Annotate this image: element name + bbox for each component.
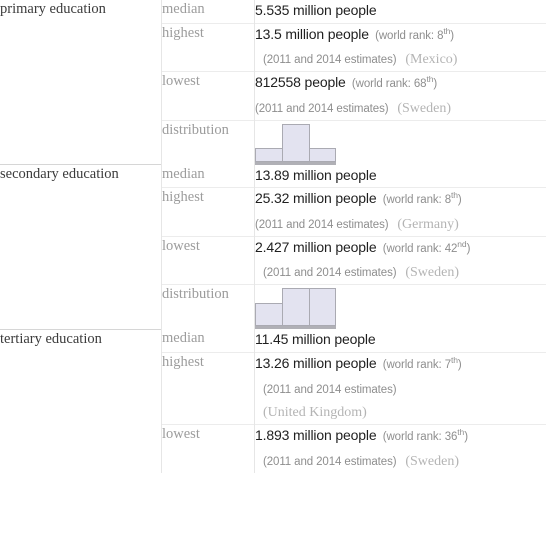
table-body: primary education median 5.535 million p… bbox=[0, 0, 546, 473]
value-cell-median: 11.45 million people bbox=[255, 329, 546, 352]
rank-ordinal-suffix: th bbox=[451, 190, 458, 201]
histogram-bar bbox=[282, 288, 310, 327]
estimate-note: (2011 and 2014 estimates) bbox=[263, 54, 397, 67]
metric-label-highest: highest bbox=[161, 187, 255, 237]
value-text: 13.89 million people bbox=[255, 166, 377, 183]
metric-label-lowest: lowest bbox=[161, 235, 255, 285]
value-cell-distribution bbox=[254, 119, 546, 165]
value-cell-highest: 13.5 million people (world rank: 8th) (2… bbox=[254, 22, 546, 72]
value-cell-lowest: 2.427 million people (world rank: 42nd) … bbox=[254, 235, 546, 285]
rank-ordinal-suffix: nd bbox=[457, 238, 467, 249]
metric-label-median: median bbox=[161, 329, 255, 353]
country-name: (United Kingdom) bbox=[263, 405, 367, 421]
value-text: 11.45 million people bbox=[255, 331, 376, 348]
value-text: 1.893 million people bbox=[255, 427, 377, 444]
histogram-bar bbox=[282, 123, 310, 162]
estimate-note: (2011 and 2014 estimates) bbox=[263, 267, 397, 280]
value-second-line: (2011 and 2014 estimates) (Mexico) bbox=[255, 48, 546, 71]
table-row: tertiary education median 11.45 million … bbox=[0, 328, 546, 473]
value-text: 5.535 million people bbox=[255, 2, 377, 18]
value-cell-highest: 25.32 million people (world rank: 8th) (… bbox=[254, 187, 546, 237]
value-text: 25.32 million people bbox=[255, 190, 377, 207]
histogram-bar bbox=[309, 288, 336, 327]
group-label-tertiary: tertiary education bbox=[0, 328, 162, 473]
group-label-primary: primary education bbox=[0, 0, 162, 165]
country-name: (Germany) bbox=[397, 217, 459, 233]
education-statistics-table: primary education median 5.535 million p… bbox=[0, 0, 546, 473]
world-rank: (world rank: 42nd) bbox=[382, 238, 471, 255]
metric-label-lowest: lowest bbox=[161, 424, 255, 473]
estimate-note: (2011 and 2014 estimates) bbox=[255, 219, 389, 232]
metric-label-median: median bbox=[161, 164, 255, 188]
metric-label-lowest: lowest bbox=[161, 71, 255, 121]
world-rank: (world rank: 7th) bbox=[382, 355, 462, 371]
estimate-note: (2011 and 2014 estimates) bbox=[255, 102, 389, 115]
value-second-line: (2011 and 2014 estimates) bbox=[255, 378, 546, 401]
value-cell-lowest: 812558 people (world rank: 68th) (2011 a… bbox=[254, 71, 546, 121]
world-rank: (world rank: 8th) bbox=[375, 25, 454, 42]
metric-label-median: median bbox=[161, 0, 255, 24]
histogram-bar bbox=[309, 147, 336, 162]
value-second-line: (2011 and 2014 estimates) (Sweden) bbox=[255, 261, 546, 284]
histogram-bar bbox=[255, 303, 283, 327]
histogram-baseline bbox=[255, 161, 336, 165]
value-cell-highest: 13.26 million people (world rank: 7th) (… bbox=[254, 351, 546, 425]
value-cell-distribution bbox=[254, 284, 546, 330]
estimate-note: (2011 and 2014 estimates) bbox=[263, 455, 397, 468]
country-name: (Sweden) bbox=[405, 453, 460, 469]
value-second-line: (2011 and 2014 estimates) (Germany) bbox=[255, 213, 546, 236]
histogram-baseline bbox=[255, 326, 336, 330]
metric-label-distribution: distribution bbox=[161, 284, 255, 330]
value-cell-lowest: 1.893 million people (world rank: 36th) … bbox=[254, 424, 546, 473]
value-cell-median: 13.89 million people bbox=[255, 165, 546, 188]
group-label-secondary: secondary education bbox=[0, 164, 162, 330]
distribution-histogram bbox=[255, 121, 336, 165]
distribution-histogram bbox=[255, 285, 336, 330]
histogram-bar bbox=[255, 147, 283, 162]
table-row: secondary education median 13.89 million… bbox=[0, 164, 546, 330]
estimate-note: (2011 and 2014 estimates) bbox=[263, 383, 397, 396]
metric-label-highest: highest bbox=[161, 351, 255, 425]
world-rank: (world rank: 8th) bbox=[382, 190, 462, 207]
value-second-line: (2011 and 2014 estimates) (Sweden) bbox=[255, 97, 546, 120]
world-rank: (world rank: 36th) bbox=[382, 427, 468, 444]
country-name: (Sweden) bbox=[397, 100, 452, 116]
metric-label-distribution: distribution bbox=[161, 119, 255, 165]
value-third-line: (United Kingdom) bbox=[255, 401, 546, 424]
value-text: 812558 people bbox=[255, 74, 346, 91]
world-rank: (world rank: 68th) bbox=[351, 74, 438, 91]
value-second-line: (2011 and 2014 estimates) (Sweden) bbox=[255, 450, 546, 473]
value-text: 13.5 million people bbox=[255, 25, 369, 42]
country-name: (Mexico) bbox=[405, 52, 458, 68]
value-text: 2.427 million people bbox=[255, 238, 377, 255]
rank-ordinal-suffix: th bbox=[451, 355, 458, 366]
value-text: 13.26 million people bbox=[255, 354, 377, 371]
country-name: (Sweden) bbox=[405, 265, 460, 281]
table-row: primary education median 5.535 million p… bbox=[0, 0, 546, 165]
metric-label-highest: highest bbox=[161, 22, 255, 72]
value-cell-median: 5.535 million people bbox=[255, 0, 546, 23]
